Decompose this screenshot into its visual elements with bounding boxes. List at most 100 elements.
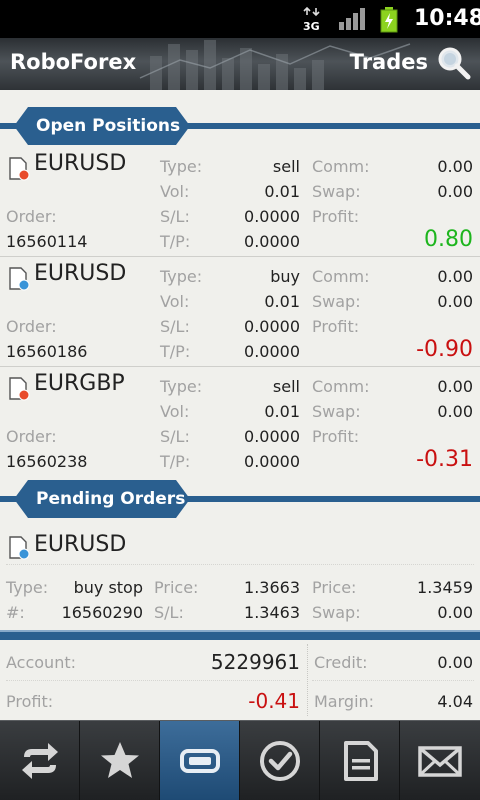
status-bar: 3G 10:48 [0,0,480,38]
mail-button[interactable] [400,721,480,800]
buy-icon [9,536,30,560]
sl-label: S/L: [154,603,184,622]
sl-value: 0.0000 [244,317,300,336]
type-label: Type: [160,157,203,176]
swap-value: 0.00 [437,603,473,622]
price-value: 1.3663 [244,578,300,597]
tp-label: T/P: [160,342,191,361]
news-button[interactable] [320,721,400,800]
bottom-toolbar [0,720,480,800]
position-row[interactable]: EURGBP Order: 16560238 Type: sell Vol: 0… [0,367,480,477]
tp-label: T/P: [160,232,191,251]
swap-value: 0.00 [437,402,473,421]
sl-label: S/L: [160,427,190,446]
order-number: 16560114 [6,232,88,251]
total-profit-value: -0.41 [248,689,300,713]
position-symbol: EURGBP [34,371,125,396]
order-label: Order: [6,207,57,226]
swap-label: Swap: [312,292,361,311]
order-label: Order: [6,427,57,446]
sl-value: 0.0000 [244,207,300,226]
total-profit-label: Profit: [6,692,54,711]
comm-value: 0.00 [437,157,473,176]
signal-strength-icon [339,8,365,30]
swap-value: 0.00 [437,292,473,311]
trades-list[interactable]: Open Positions EURUSD Order: 16560114 Ty… [0,90,480,630]
order-number: 16560186 [6,342,88,361]
clock: 10:48 [414,6,480,31]
search-icon[interactable] [436,45,472,81]
comm-value: 0.00 [437,377,473,396]
position-symbol: EURUSD [34,151,127,176]
quotes-button[interactable] [0,721,80,800]
type-value: sell [272,157,300,176]
order-number: 16560238 [6,452,88,471]
divider [6,564,474,565]
type-label: Type: [6,578,49,597]
type-value: sell [272,377,300,396]
pending-orders-header: Pending Orders [0,480,480,518]
mail-icon [418,746,462,777]
account-summary: Account: 5229961 Credit: 0.00 Profit: -0… [0,630,480,720]
exchange-arrows-icon [22,743,58,779]
svg-text:3G: 3G [303,20,320,32]
tp-value: 0.0000 [244,452,300,471]
open-positions-title: Open Positions [36,116,181,136]
sl-value: 0.0000 [244,427,300,446]
credit-label: Credit: [314,653,368,672]
open-positions-header: Open Positions [0,107,480,145]
type-value: buy stop [73,578,143,597]
market-price-value: 1.3459 [417,578,473,597]
comm-label: Comm: [312,377,370,396]
swap-label: Swap: [312,603,361,622]
vol-label: Vol: [160,402,190,421]
margin-value: 4.04 [437,692,473,711]
app-title: RoboForex [10,50,137,74]
pending-orders-title: Pending Orders [36,489,186,509]
margin-label: Margin: [314,692,375,711]
page-title: Trades [349,50,428,74]
price-label: Price: [154,578,199,597]
buy-icon [9,267,30,291]
profit-value: -0.31 [416,447,473,472]
swap-value: 0.00 [437,182,473,201]
vol-label: Vol: [160,292,190,311]
hash-label: #: [6,603,25,622]
comm-value: 0.00 [437,267,473,286]
account-label: Account: [6,653,76,672]
vol-value: 0.01 [264,292,300,311]
vol-label: Vol: [160,182,190,201]
order-symbol: EURUSD [34,532,127,557]
vol-value: 0.01 [264,182,300,201]
order-label: Order: [6,317,57,336]
tp-label: T/P: [160,452,191,471]
sell-icon [9,377,30,401]
profit-label: Profit: [312,427,360,446]
position-symbol: EURUSD [34,261,127,286]
star-icon [101,742,139,778]
order-number: 16560290 [61,603,143,622]
profit-value: -0.90 [416,337,473,362]
tp-value: 0.0000 [244,342,300,361]
position-row[interactable]: EURUSD Order: 16560186 Type: buy Vol: 0.… [0,257,480,367]
sl-value: 1.3463 [244,603,300,622]
comm-label: Comm: [312,267,370,286]
profit-value: 0.80 [424,227,473,252]
profit-label: Profit: [312,207,360,226]
market-price-label: Price: [312,578,357,597]
sl-label: S/L: [160,317,190,336]
pending-order-row[interactable]: EURUSD Type: buy stop #: 16560290 Price:… [0,520,480,630]
account-number: 5229961 [210,650,300,674]
document-icon [344,741,378,781]
history-button[interactable] [240,721,320,800]
trades-button[interactable] [160,721,240,800]
type-value: buy [270,267,300,286]
swap-label: Swap: [312,402,361,421]
type-label: Type: [160,377,203,396]
battery-charging-icon [380,7,398,33]
tp-value: 0.0000 [244,232,300,251]
swap-label: Swap: [312,182,361,201]
position-row[interactable]: EURUSD Order: 16560114 Type: sell Vol: 0… [0,147,480,257]
credit-value: 0.00 [437,653,473,672]
favorites-button[interactable] [80,721,160,800]
